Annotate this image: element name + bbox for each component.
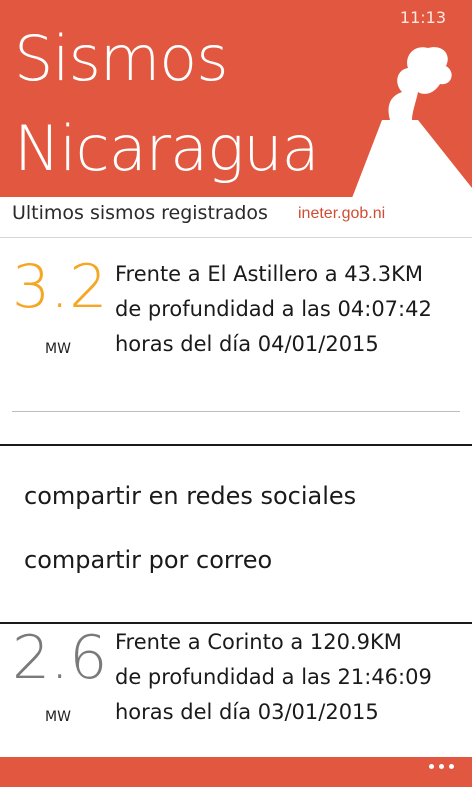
volcano-icon xyxy=(352,47,472,197)
share-email-menu-item[interactable]: compartir por correo xyxy=(24,546,272,574)
quake-description: Frente a Corinto a 120.9KM de profundida… xyxy=(115,625,465,730)
quake-description: Frente a El Astillero a 43.3KM de profun… xyxy=(115,257,465,362)
app-title: Sismos Nicaragua xyxy=(14,14,320,194)
subtitle: Ultimos sismos registrados xyxy=(12,202,268,224)
quake-line: de profundidad a las 21:46:09 xyxy=(115,665,432,689)
app-bar xyxy=(0,757,472,787)
source-link[interactable]: ineter.gob.ni xyxy=(298,205,385,223)
ellipsis-icon[interactable] xyxy=(429,764,454,769)
app-title-line1: Sismos xyxy=(14,22,229,95)
subtitle-row: Ultimos sismos registrados ineter.gob.ni xyxy=(0,197,472,238)
divider xyxy=(12,411,460,412)
status-time: 11:13 xyxy=(399,8,446,27)
app-header: 11:13 Sismos Nicaragua xyxy=(0,0,472,197)
quake-line: horas del día 04/01/2015 xyxy=(115,332,379,356)
app-title-line2: Nicaragua xyxy=(14,112,320,185)
quake-line: horas del día 03/01/2015 xyxy=(115,700,379,724)
quake-line: Frente a Corinto a 120.9KM xyxy=(115,630,402,654)
magnitude-unit: MW xyxy=(45,709,71,725)
quake-line: Frente a El Astillero a 43.3KM xyxy=(115,262,423,286)
context-menu: compartir en redes sociales compartir po… xyxy=(0,444,472,624)
magnitude-value: 3.2 xyxy=(12,252,108,322)
quake-line: de profundidad a las 04:07:42 xyxy=(115,297,432,321)
magnitude-value: 2.6 xyxy=(12,623,108,693)
share-social-menu-item[interactable]: compartir en redes sociales xyxy=(24,482,356,510)
magnitude-unit: MW xyxy=(45,341,71,357)
